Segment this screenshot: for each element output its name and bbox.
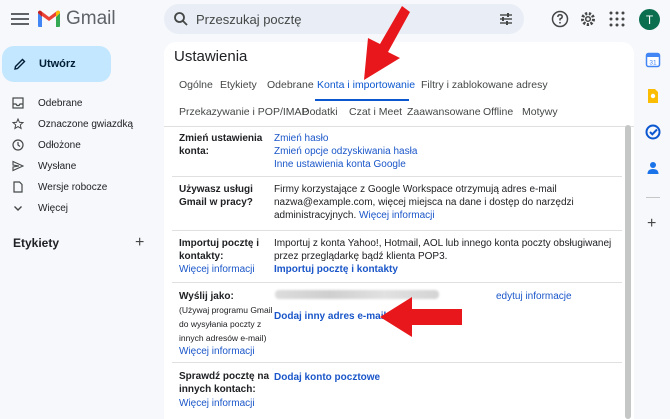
- import-label: Importuj pocztę i kontakty:: [179, 238, 259, 262]
- edit-info-link[interactable]: edytuj informacje: [496, 290, 572, 303]
- side-panel-divider: [646, 197, 660, 198]
- sidebar-item-inbox[interactable]: Odebrane: [0, 93, 155, 113]
- gmail-m-icon: [38, 10, 60, 27]
- star-icon: [12, 118, 24, 130]
- add-addon-icon[interactable]: +: [647, 215, 656, 233]
- sidebar-item-starred[interactable]: Oznaczone gwiazdką: [0, 114, 155, 134]
- change-recovery-link[interactable]: Zmień opcje odzyskiwania hasła: [274, 145, 417, 158]
- tab-offline[interactable]: Offline: [483, 106, 513, 118]
- send-as-learn-more-link[interactable]: Więcej informacji: [179, 345, 255, 358]
- inbox-icon: [12, 97, 24, 109]
- tab-general[interactable]: Ogólne: [179, 79, 213, 91]
- calendar-icon[interactable]: 31: [645, 52, 661, 68]
- row-divider: [172, 362, 622, 363]
- keep-icon[interactable]: [645, 88, 661, 104]
- svg-text:31: 31: [649, 60, 657, 67]
- import-mail-contacts-link[interactable]: Importuj pocztę i kontakty: [274, 263, 398, 276]
- row-divider: [172, 176, 622, 177]
- search-options-icon[interactable]: [498, 11, 514, 27]
- page-title: Ustawienia: [174, 48, 248, 65]
- tab-themes[interactable]: Motywy: [522, 106, 558, 118]
- apps-grid-icon[interactable]: [608, 10, 626, 28]
- row-divider: [172, 282, 622, 283]
- search-icon[interactable]: [173, 11, 189, 27]
- tab-chat-meet[interactable]: Czat i Meet: [349, 106, 402, 118]
- clock-icon: [12, 139, 24, 151]
- sidebar-item-snoozed[interactable]: Odłożone: [0, 135, 155, 155]
- sidebar-item-label: Wersje robocze: [38, 181, 108, 193]
- workspace-description: Firmy korzystające z Google Workspace ot…: [274, 184, 574, 221]
- help-icon[interactable]: [551, 10, 569, 28]
- compose-button[interactable]: Utwórz: [2, 46, 111, 82]
- send-as-note: (Używaj programu Gmail do wysyłania pocz…: [179, 305, 273, 343]
- add-mail-account-link[interactable]: Dodaj konto pocztowe: [274, 371, 380, 384]
- sidebar-item-label: Więcej: [38, 202, 69, 214]
- sidebar-item-more[interactable]: Więcej: [0, 198, 155, 218]
- compose-label: Utwórz: [39, 58, 76, 70]
- annotation-arrow-to-tab-icon: [364, 6, 410, 80]
- other-google-settings-link[interactable]: Inne ustawienia konta Google: [274, 158, 406, 171]
- tabs-divider: [164, 126, 634, 127]
- check-mail-learn-more-link[interactable]: Więcej informacji: [179, 397, 255, 410]
- check-mail-label: Sprawdź pocztę na innych kontach:: [179, 371, 270, 395]
- chevron-down-icon: [14, 206, 22, 211]
- change-account-label: Zmień ustawienia konta:: [179, 133, 263, 157]
- active-tab-indicator: [315, 99, 409, 101]
- import-description: Importuj z konta Yahoo!, Hotmail, AOL lu…: [274, 238, 612, 262]
- gear-icon[interactable]: [579, 10, 597, 28]
- side-panel-strip: 31 +: [636, 42, 670, 419]
- row-divider: [172, 230, 622, 231]
- contacts-icon[interactable]: [645, 160, 661, 176]
- draft-icon: [13, 181, 23, 193]
- add-email-address-link[interactable]: Dodaj inny adres e-mail: [274, 310, 386, 323]
- sidebar-item-label: Odłożone: [38, 139, 81, 151]
- main-menu-icon[interactable]: [10, 10, 30, 30]
- import-learn-more-link[interactable]: Więcej informacji: [179, 263, 255, 276]
- gmail-wordmark: Gmail: [66, 8, 116, 29]
- tab-filters[interactable]: Filtry i zablokowane adresy: [421, 79, 548, 91]
- tab-addons[interactable]: Dodatki: [302, 106, 338, 118]
- gmail-logo[interactable]: Gmail: [37, 8, 116, 30]
- settings-scrollbar[interactable]: [625, 125, 631, 419]
- tab-inbox[interactable]: Odebrane: [267, 79, 314, 91]
- sidebar-item-label: Odebrane: [38, 97, 83, 109]
- sidebar-item-sent[interactable]: Wysłane: [0, 156, 155, 176]
- change-password-link[interactable]: Zmień hasło: [274, 132, 328, 145]
- send-icon: [12, 160, 24, 172]
- sidebar-item-drafts[interactable]: Wersje robocze: [0, 177, 155, 197]
- send-as-label: Wyślij jako:: [179, 291, 234, 302]
- settings-panel: Ustawienia Ogólne Etykiety Odebrane Kont…: [164, 42, 634, 419]
- labels-heading: Etykiety: [13, 236, 60, 250]
- tab-labels[interactable]: Etykiety: [220, 79, 257, 91]
- tab-forwarding[interactable]: Przekazywanie i POP/IMAP: [179, 106, 309, 118]
- add-label-icon[interactable]: +: [135, 234, 144, 252]
- annotation-arrow-to-add-email-icon: [380, 297, 462, 337]
- pencil-icon: [14, 58, 26, 70]
- sidebar-item-label: Oznaczone gwiazdką: [38, 118, 134, 130]
- tasks-icon[interactable]: [645, 124, 661, 140]
- sidebar-item-label: Wysłane: [38, 160, 77, 172]
- tab-advanced[interactable]: Zaawansowane: [407, 106, 481, 118]
- workspace-learn-more-link[interactable]: Więcej informacji: [359, 210, 435, 221]
- workspace-label: Używasz usługi Gmail w pracy?: [179, 184, 253, 208]
- account-avatar[interactable]: T: [639, 9, 660, 30]
